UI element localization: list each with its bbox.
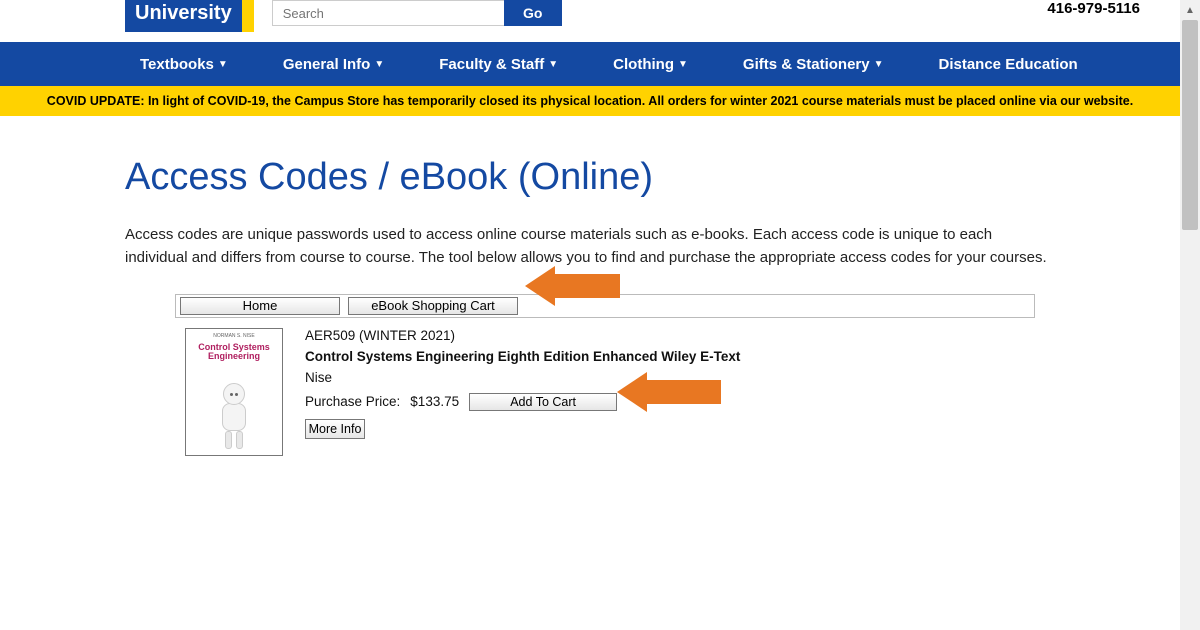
chevron-down-icon: ▼ [678, 59, 688, 70]
chevron-down-icon: ▼ [374, 59, 384, 70]
scroll-thumb[interactable] [1182, 20, 1198, 230]
page-intro: Access codes are unique passwords used t… [125, 223, 1055, 270]
search-go-button[interactable]: Go [504, 0, 562, 26]
course-code: AER509 (WINTER 2021) [305, 328, 740, 343]
price-value: $133.75 [410, 394, 459, 409]
cover-author-text: NORMAN S. NISE [186, 333, 282, 339]
main-nav: Textbooks▼ General Info▼ Faculty & Staff… [0, 42, 1180, 86]
page-title: Access Codes / eBook (Online) [125, 156, 1055, 199]
covid-banner: COVID UPDATE: In light of COVID-19, the … [0, 86, 1180, 116]
logo-accent [242, 0, 254, 32]
robot-illustration [213, 383, 255, 449]
chevron-down-icon: ▼ [548, 59, 558, 70]
nav-clothing[interactable]: Clothing▼ [613, 56, 688, 73]
ebook-shopping-cart-button[interactable]: eBook Shopping Cart [348, 297, 518, 315]
nav-general-info[interactable]: General Info▼ [283, 56, 384, 73]
more-info-button[interactable]: More Info [305, 419, 365, 439]
university-logo[interactable]: University [125, 0, 242, 32]
nav-gifts-stationery[interactable]: Gifts & Stationery▼ [743, 56, 884, 73]
scroll-up-icon[interactable]: ▲ [1180, 0, 1200, 20]
chevron-down-icon: ▼ [218, 59, 228, 70]
annotation-arrow-cart [525, 268, 620, 304]
chevron-down-icon: ▼ [874, 59, 884, 70]
home-button[interactable]: Home [180, 297, 340, 315]
vertical-scrollbar[interactable]: ▲ [1180, 0, 1200, 630]
add-to-cart-button[interactable]: Add To Cart [469, 393, 617, 411]
book-cover[interactable]: NORMAN S. NISE Control Systems Engineeri… [185, 328, 283, 456]
nav-distance-education[interactable]: Distance Education [939, 56, 1078, 73]
nav-faculty-staff[interactable]: Faculty & Staff▼ [439, 56, 558, 73]
price-label: Purchase Price: [305, 394, 400, 409]
phone-number: 416-979-5116 [1047, 0, 1140, 17]
cover-title-text: Control Systems Engineering [186, 343, 282, 363]
product-title: Control Systems Engineering Eighth Editi… [305, 349, 740, 364]
annotation-arrow-add [617, 374, 721, 410]
nav-textbooks[interactable]: Textbooks▼ [140, 56, 228, 73]
search-input[interactable] [272, 0, 504, 26]
